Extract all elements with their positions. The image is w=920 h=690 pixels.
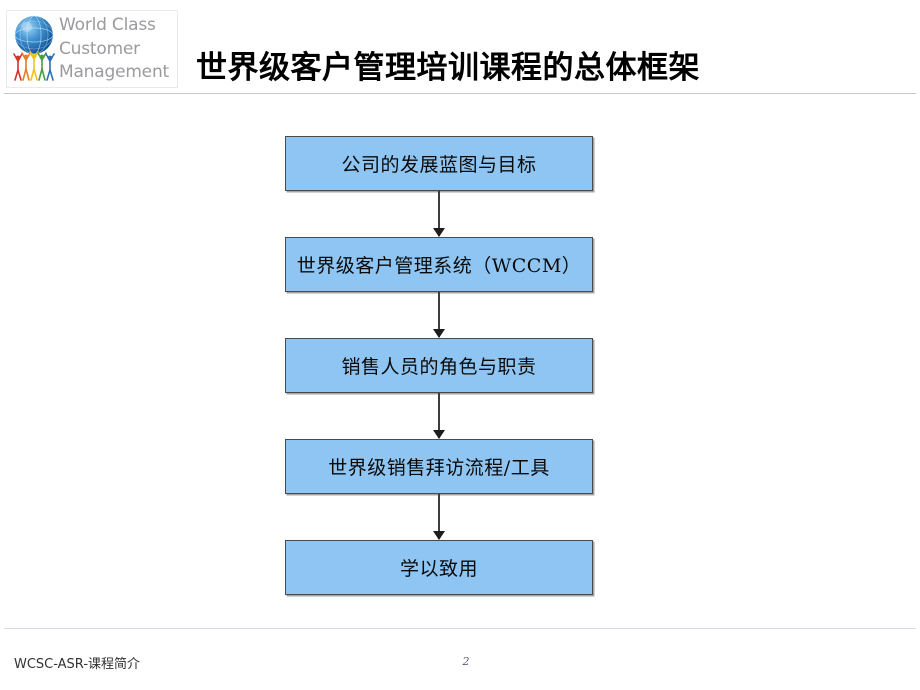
flow-node-5-label: 学以致用 xyxy=(399,558,478,580)
flow-arrow-1-to-2 xyxy=(433,191,445,237)
flow-arrow-2-to-3 xyxy=(433,292,445,338)
footer-page-number: 2 xyxy=(462,655,470,668)
flow-arrow-4-to-5 xyxy=(433,494,445,540)
flow-node-4-label: 世界级销售拜访流程/工具 xyxy=(328,457,550,479)
world-class-customer-management-globe-logo xyxy=(11,13,57,85)
footer-divider xyxy=(4,628,916,629)
logo-block: World Class Customer Management xyxy=(6,10,178,88)
flow-node-4[interactable]: 世界级销售拜访流程/工具 xyxy=(285,439,593,494)
flow-node-5[interactable]: 学以致用 xyxy=(285,540,593,595)
logo-wordmark-line-1: World Class xyxy=(59,15,156,35)
flow-node-1-label: 公司的发展蓝图与目标 xyxy=(341,154,537,176)
flow-node-2[interactable]: 世界级客户管理系统（WCCM） xyxy=(285,237,593,292)
arrow-down-icon xyxy=(433,228,445,237)
flow-node-3-label: 销售人员的角色与职责 xyxy=(341,356,537,378)
flow-chart: 公司的发展蓝图与目标 世界级客户管理系统（WCCM） 销售人员的角色与职责 世界… xyxy=(285,136,593,598)
logo-wordmark-line-2: Customer xyxy=(59,38,140,59)
flow-node-1[interactable]: 公司的发展蓝图与目标 xyxy=(285,136,593,191)
flow-arrow-3-to-4 xyxy=(433,393,445,439)
footer-left-text: WCSC-ASR-课程简介 xyxy=(14,657,141,672)
flow-node-2-label: 世界级客户管理系统（WCCM） xyxy=(296,255,582,277)
logo-wordmark-line-3: Management xyxy=(59,62,169,82)
slide-header: World Class Customer Management 世界级客户管理培… xyxy=(0,0,920,96)
page-title: 世界级客户管理培训课程的总体框架 xyxy=(196,50,700,86)
flow-node-3[interactable]: 销售人员的角色与职责 xyxy=(285,338,593,393)
arrow-down-icon xyxy=(433,329,445,338)
logo-wordmark: World Class Customer Management xyxy=(59,14,177,85)
arrow-down-icon xyxy=(433,430,445,439)
arrow-down-icon xyxy=(433,531,445,540)
header-divider xyxy=(4,93,916,94)
